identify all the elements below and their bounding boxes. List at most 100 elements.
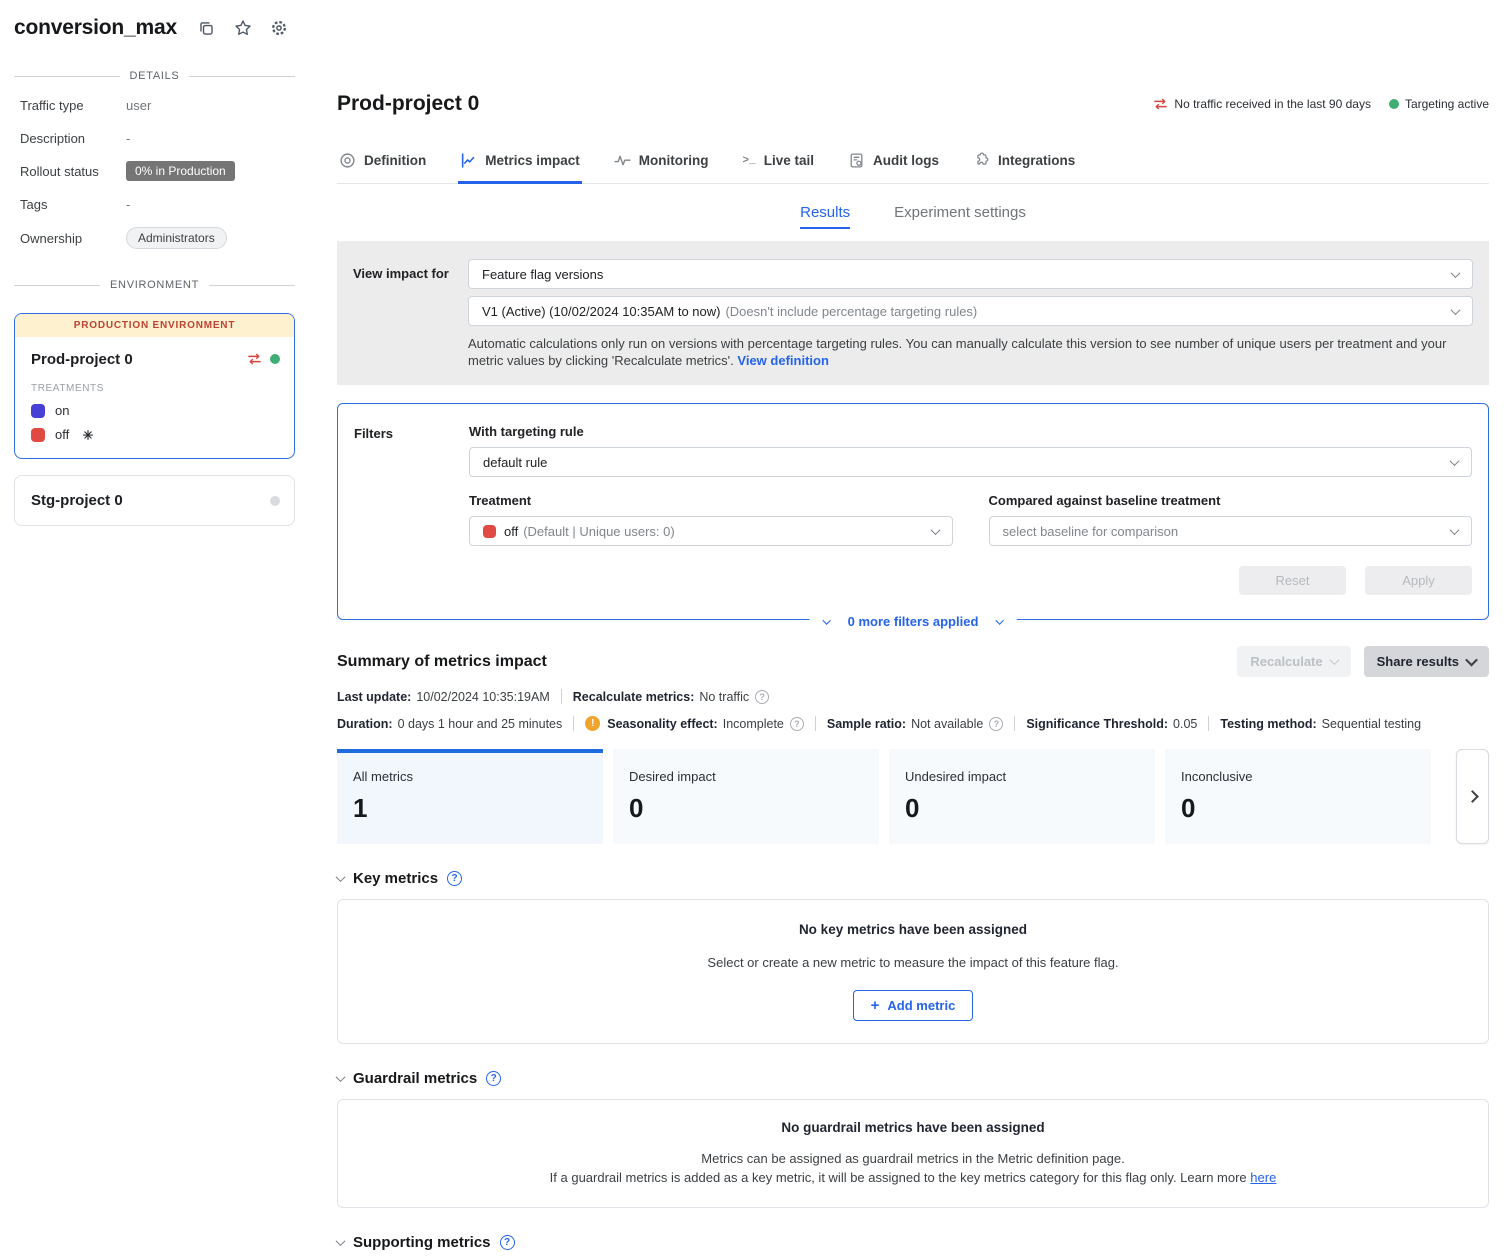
- calculation-note-text: Automatic calculations only run on versi…: [468, 336, 1446, 368]
- help-icon[interactable]: ?: [486, 1071, 501, 1086]
- calculation-note: Automatic calculations only run on versi…: [468, 335, 1473, 369]
- chevron-right-icon: [1466, 790, 1479, 803]
- chevron-down-icon: [1451, 305, 1461, 315]
- staging-status-dot: [270, 496, 280, 506]
- main-content: Prod-project 0 No traffic received in th…: [315, 0, 1510, 1258]
- main-header: Prod-project 0 No traffic received in th…: [337, 92, 1489, 116]
- testing-method-label: Testing method:: [1220, 717, 1316, 731]
- guardrail-line1: Metrics can be assigned as guardrail met…: [701, 1151, 1124, 1166]
- seasonality-label: Seasonality effect:: [607, 717, 717, 731]
- chevron-down-icon: [1451, 268, 1461, 278]
- treatment-value: off: [504, 524, 518, 539]
- puzzle-icon: [973, 152, 990, 169]
- summary-title: Summary of metrics impact: [337, 653, 1237, 671]
- view-definition-link[interactable]: View definition: [737, 353, 829, 368]
- pulse-icon: [614, 152, 631, 169]
- impact-card-undesired[interactable]: Undesired impact 0: [889, 749, 1155, 844]
- chevron-down-icon[interactable]: [336, 1236, 346, 1246]
- star-icon[interactable]: [233, 18, 253, 38]
- guardrail-line2: If a guardrail metrics is added as a key…: [550, 1170, 1247, 1185]
- ownership-pill[interactable]: Administrators: [126, 227, 227, 249]
- plus-icon: +: [871, 998, 880, 1013]
- significance-value: 0.05: [1173, 717, 1197, 731]
- card-value: 0: [1181, 793, 1415, 824]
- cards-next-button[interactable]: [1456, 749, 1489, 844]
- key-metrics-title: Key metrics: [353, 870, 438, 887]
- info-icon[interactable]: ?: [790, 717, 804, 731]
- chart-line-icon: [460, 152, 477, 169]
- terminal-icon: >_: [743, 155, 756, 167]
- card-label: Desired impact: [629, 769, 863, 784]
- environment-divider: ENVIRONMENT: [14, 279, 295, 291]
- chevron-down-icon[interactable]: [336, 872, 346, 882]
- targeting-rule-label: With targeting rule: [469, 424, 1472, 439]
- treatment-off-swatch: [31, 428, 45, 442]
- filters-panel: Filters With targeting rule default rule…: [337, 403, 1489, 620]
- details-heading: DETAILS: [130, 70, 180, 82]
- card-label: Undesired impact: [905, 769, 1139, 784]
- environment-name: Stg-project 0: [31, 492, 123, 509]
- tab-monitoring[interactable]: Monitoring: [612, 148, 711, 184]
- chevron-down-icon[interactable]: [336, 1072, 346, 1082]
- version-note: (Doesn't include percentage targeting ru…: [725, 304, 1452, 319]
- info-icon[interactable]: ?: [989, 717, 1003, 731]
- sidebar: conversion_max DETAILS Traffic type user…: [0, 0, 315, 1258]
- tab-label: Monitoring: [639, 153, 709, 168]
- tab-metrics-impact[interactable]: Metrics impact: [458, 148, 582, 184]
- learn-more-link[interactable]: here: [1250, 1170, 1276, 1185]
- tab-definition[interactable]: Definition: [337, 148, 428, 184]
- tab-audit-logs[interactable]: Audit logs: [846, 148, 941, 184]
- tab-live-tail[interactable]: >_ Live tail: [741, 148, 816, 184]
- copy-icon[interactable]: [197, 18, 217, 38]
- info-icon[interactable]: ?: [755, 690, 769, 704]
- version-type-value: Feature flag versions: [482, 267, 1452, 282]
- chevron-down-icon: [1329, 655, 1339, 665]
- detail-label: Ownership: [20, 231, 126, 246]
- share-results-button[interactable]: Share results: [1364, 646, 1489, 677]
- version-type-dropdown[interactable]: Feature flag versions: [468, 259, 1473, 289]
- apply-button[interactable]: Apply: [1365, 566, 1472, 595]
- treatments-heading: TREATMENTS: [31, 383, 280, 394]
- detail-row-description: Description -: [20, 128, 295, 148]
- tab-integrations[interactable]: Integrations: [971, 148, 1077, 184]
- treatment-dropdown[interactable]: off (Default | Unique users: 0): [469, 516, 953, 546]
- seasonality-value: Incomplete: [723, 717, 784, 731]
- detail-row-tags: Tags -: [20, 194, 295, 214]
- target-icon: [339, 152, 356, 169]
- environment-card-production[interactable]: PRODUCTION ENVIRONMENT Prod-project 0 TR…: [14, 313, 295, 459]
- environment-card-staging[interactable]: Stg-project 0: [14, 475, 295, 526]
- impact-card-desired[interactable]: Desired impact 0: [613, 749, 879, 844]
- baseline-label: Compared against baseline treatment: [989, 493, 1473, 508]
- view-impact-panel: View impact for Feature flag versions V1…: [337, 241, 1489, 385]
- details-divider: DETAILS: [14, 70, 295, 82]
- subtab-experiment-settings[interactable]: Experiment settings: [894, 204, 1026, 229]
- help-icon[interactable]: ?: [447, 871, 462, 886]
- empty-state-title: No guardrail metrics have been assigned: [358, 1120, 1468, 1135]
- share-results-label: Share results: [1377, 654, 1459, 669]
- version-dropdown[interactable]: V1 (Active) (10/02/2024 10:35AM to now) …: [468, 296, 1473, 326]
- detail-row-traffic-type: Traffic type user: [20, 95, 295, 115]
- impact-card-all-metrics[interactable]: All metrics 1: [337, 749, 603, 844]
- environment-name: Prod-project 0: [31, 351, 244, 368]
- help-icon[interactable]: ?: [500, 1235, 515, 1250]
- targeting-active-dot: [1389, 99, 1399, 109]
- impact-card-inconclusive[interactable]: Inconclusive 0: [1165, 749, 1431, 844]
- chevron-down-icon: [930, 525, 940, 535]
- treatment-row-on: on: [31, 403, 280, 418]
- baseline-dropdown[interactable]: select baseline for comparison: [989, 516, 1473, 546]
- card-value: 0: [905, 793, 1139, 824]
- chevron-down-icon: [995, 616, 1003, 624]
- reset-button[interactable]: Reset: [1239, 566, 1346, 595]
- recalculate-button[interactable]: Recalculate: [1237, 646, 1350, 677]
- environment-heading: ENVIRONMENT: [110, 279, 199, 291]
- empty-state-body: Metrics can be assigned as guardrail met…: [358, 1149, 1468, 1187]
- subtab-results[interactable]: Results: [800, 204, 850, 229]
- add-metric-button[interactable]: + Add metric: [853, 990, 974, 1021]
- targeting-rule-dropdown[interactable]: default rule: [469, 447, 1472, 477]
- gear-icon[interactable]: [269, 18, 289, 38]
- card-value: 1: [353, 793, 587, 824]
- chevron-down-icon: [1450, 525, 1460, 535]
- key-metrics-header: Key metrics ?: [337, 870, 1489, 887]
- last-update-label: Last update:: [337, 690, 411, 704]
- more-filters-toggle[interactable]: 0 more filters applied: [810, 614, 1017, 629]
